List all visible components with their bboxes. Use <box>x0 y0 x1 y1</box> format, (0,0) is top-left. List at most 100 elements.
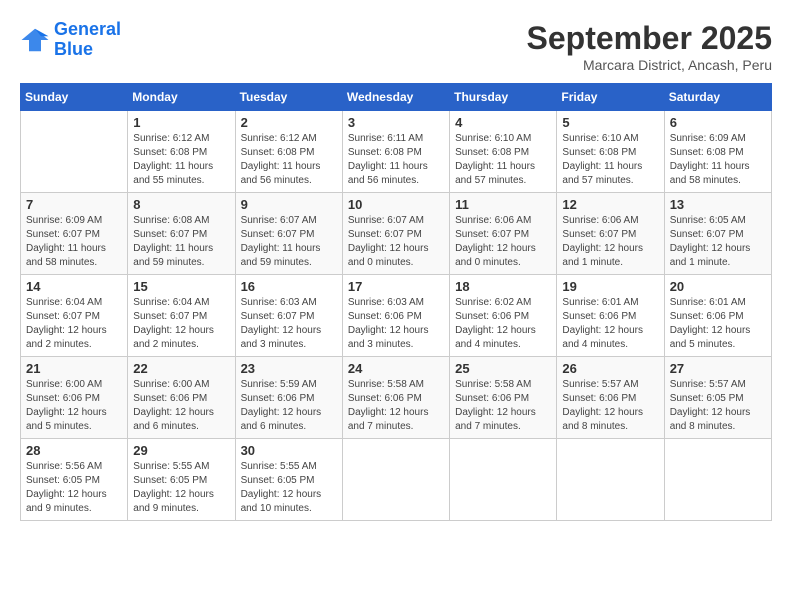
week-row-2: 7Sunrise: 6:09 AM Sunset: 6:07 PM Daylig… <box>21 193 772 275</box>
calendar-cell: 21Sunrise: 6:00 AM Sunset: 6:06 PM Dayli… <box>21 357 128 439</box>
day-info: Sunrise: 6:01 AM Sunset: 6:06 PM Dayligh… <box>562 296 658 352</box>
day-info: Sunrise: 6:09 AM Sunset: 6:08 PM Dayligh… <box>670 132 766 188</box>
calendar-cell: 2 Sunrise: 6:12 AM Sunset: 6:08 PM Daylig… <box>235 111 342 193</box>
calendar-cell: 7Sunrise: 6:09 AM Sunset: 6:07 PM Daylig… <box>21 193 128 275</box>
calendar-cell: 9Sunrise: 6:07 AM Sunset: 6:07 PM Daylig… <box>235 193 342 275</box>
day-info: Sunrise: 5:58 AM Sunset: 6:06 PM Dayligh… <box>455 378 551 434</box>
calendar-cell: 16 Sunrise: 6:03 AM Sunset: 6:07 PM Dayli… <box>235 275 342 357</box>
day-info: Sunrise: 6:10 AM Sunset: 6:08 PM Dayligh… <box>455 132 551 188</box>
calendar-cell: 30Sunrise: 5:55 AM Sunset: 6:05 PM Dayli… <box>235 439 342 521</box>
calendar-cell: 5 Sunrise: 6:10 AM Sunset: 6:08 PM Daylig… <box>557 111 664 193</box>
location-subtitle: Marcara District, Ancash, Peru <box>527 57 772 73</box>
day-info: Sunrise: 6:06 AM Sunset: 6:07 PM Dayligh… <box>562 214 658 270</box>
day-info: Sunrise: 6:11 AM Sunset: 6:08 PM Dayligh… <box>348 132 444 188</box>
calendar-cell <box>557 439 664 521</box>
calendar-cell: 1Sunrise: 6:12 AM Sunset: 6:08 PM Daylig… <box>128 111 235 193</box>
day-info: Sunrise: 6:00 AM Sunset: 6:06 PM Dayligh… <box>133 378 229 434</box>
day-info: Sunrise: 6:10 AM Sunset: 6:08 PM Dayligh… <box>562 132 658 188</box>
day-info: Sunrise: 5:57 AM Sunset: 6:05 PM Dayligh… <box>670 378 766 434</box>
day-number: 14 <box>26 279 122 294</box>
day-info: Sunrise: 6:12 AM Sunset: 6:08 PM Dayligh… <box>241 132 337 188</box>
day-number: 19 <box>562 279 658 294</box>
day-number: 29 <box>133 443 229 458</box>
logo-icon <box>20 25 50 55</box>
calendar-cell: 3 Sunrise: 6:11 AM Sunset: 6:08 PM Daylig… <box>342 111 449 193</box>
header-day-saturday: Saturday <box>664 84 771 111</box>
calendar-cell: 17 Sunrise: 6:03 AM Sunset: 6:06 PM Dayli… <box>342 275 449 357</box>
calendar-cell <box>342 439 449 521</box>
calendar-cell: 11Sunrise: 6:06 AM Sunset: 6:07 PM Dayli… <box>450 193 557 275</box>
calendar-cell: 19 Sunrise: 6:01 AM Sunset: 6:06 PM Dayli… <box>557 275 664 357</box>
day-info: Sunrise: 6:04 AM Sunset: 6:07 PM Dayligh… <box>26 296 122 352</box>
day-info: Sunrise: 6:06 AM Sunset: 6:07 PM Dayligh… <box>455 214 551 270</box>
day-number: 3 <box>348 115 444 130</box>
day-info: Sunrise: 6:01 AM Sunset: 6:06 PM Dayligh… <box>670 296 766 352</box>
day-info: Sunrise: 6:08 AM Sunset: 6:07 PM Dayligh… <box>133 214 229 270</box>
calendar-body: 1 Sunrise: 6:12 AM Sunset: 6:08 PM Daylig… <box>21 111 772 521</box>
week-row-3: 14 Sunrise: 6:04 AM Sunset: 6:07 PM Dayli… <box>21 275 772 357</box>
day-info: Sunrise: 6:00 AM Sunset: 6:06 PM Dayligh… <box>26 378 122 434</box>
day-info: Sunrise: 5:56 AM Sunset: 6:05 PM Dayligh… <box>26 460 122 516</box>
day-info: Sunrise: 6:03 AM Sunset: 6:06 PM Dayligh… <box>348 296 444 352</box>
day-number: 7 <box>26 197 122 212</box>
day-number: 18 <box>455 279 551 294</box>
day-info: Sunrise: 5:59 AM Sunset: 6:06 PM Dayligh… <box>241 378 337 434</box>
calendar-cell: 27 Sunrise: 5:57 AM Sunset: 6:05 PM Dayli… <box>664 357 771 439</box>
calendar-cell: 8 Sunrise: 6:08 AM Sunset: 6:07 PM Daylig… <box>128 193 235 275</box>
day-number: 5 <box>562 115 658 130</box>
calendar-cell: 20 Sunrise: 6:01 AM Sunset: 6:06 PM Dayli… <box>664 275 771 357</box>
header-day-wednesday: Wednesday <box>342 84 449 111</box>
header-row: SundayMondayTuesdayWednesdayThursdayFrid… <box>21 84 772 111</box>
calendar-cell: 10 Sunrise: 6:07 AM Sunset: 6:07 PM Dayli… <box>342 193 449 275</box>
day-number: 10 <box>348 197 444 212</box>
day-number: 22 <box>133 361 229 376</box>
logo-line1: General <box>54 19 121 39</box>
month-title: September 2025 <box>527 20 772 57</box>
day-info: Sunrise: 5:58 AM Sunset: 6:06 PM Dayligh… <box>348 378 444 434</box>
day-number: 2 <box>241 115 337 130</box>
calendar-cell: 18 Sunrise: 6:02 AM Sunset: 6:06 PM Dayli… <box>450 275 557 357</box>
logo: General Blue <box>20 20 121 60</box>
day-number: 16 <box>241 279 337 294</box>
page-header: General Blue September 2025 Marcara Dist… <box>20 20 772 73</box>
calendar-cell: 6 Sunrise: 6:09 AM Sunset: 6:08 PM Daylig… <box>664 111 771 193</box>
day-info: Sunrise: 6:02 AM Sunset: 6:06 PM Dayligh… <box>455 296 551 352</box>
calendar-cell: 25 Sunrise: 5:58 AM Sunset: 6:06 PM Dayli… <box>450 357 557 439</box>
logo-text: General Blue <box>54 20 121 60</box>
day-number: 25 <box>455 361 551 376</box>
calendar-cell <box>664 439 771 521</box>
calendar-cell: 22 Sunrise: 6:00 AM Sunset: 6:06 PM Dayli… <box>128 357 235 439</box>
week-row-5: 28Sunrise: 5:56 AM Sunset: 6:05 PM Dayli… <box>21 439 772 521</box>
calendar-cell: 24Sunrise: 5:58 AM Sunset: 6:06 PM Dayli… <box>342 357 449 439</box>
title-block: September 2025 Marcara District, Ancash,… <box>527 20 772 73</box>
day-number: 20 <box>670 279 766 294</box>
calendar-cell: 28Sunrise: 5:56 AM Sunset: 6:05 PM Dayli… <box>21 439 128 521</box>
calendar-cell: 12 Sunrise: 6:06 AM Sunset: 6:07 PM Dayli… <box>557 193 664 275</box>
day-info: Sunrise: 5:55 AM Sunset: 6:05 PM Dayligh… <box>133 460 229 516</box>
day-number: 1 <box>133 115 229 130</box>
day-number: 6 <box>670 115 766 130</box>
week-row-1: 1 Sunrise: 6:12 AM Sunset: 6:08 PM Daylig… <box>21 111 772 193</box>
day-info: Sunrise: 6:03 AM Sunset: 6:07 PM Dayligh… <box>241 296 337 352</box>
day-number: 17 <box>348 279 444 294</box>
day-number: 13 <box>670 197 766 212</box>
day-number: 9 <box>241 197 337 212</box>
day-info: Sunrise: 5:57 AM Sunset: 6:06 PM Dayligh… <box>562 378 658 434</box>
header-day-monday: Monday <box>128 84 235 111</box>
calendar-cell: 15 Sunrise: 6:04 AM Sunset: 6:07 PM Dayli… <box>128 275 235 357</box>
calendar-cell: 13 Sunrise: 6:05 AM Sunset: 6:07 PM Dayli… <box>664 193 771 275</box>
day-number: 26 <box>562 361 658 376</box>
day-info: Sunrise: 6:04 AM Sunset: 6:07 PM Dayligh… <box>133 296 229 352</box>
day-number: 8 <box>133 197 229 212</box>
day-number: 12 <box>562 197 658 212</box>
header-day-thursday: Thursday <box>450 84 557 111</box>
day-number: 15 <box>133 279 229 294</box>
calendar-cell: 4Sunrise: 6:10 AM Sunset: 6:08 PM Daylig… <box>450 111 557 193</box>
day-info: Sunrise: 6:07 AM Sunset: 6:07 PM Dayligh… <box>348 214 444 270</box>
day-number: 27 <box>670 361 766 376</box>
day-info: Sunrise: 6:05 AM Sunset: 6:07 PM Dayligh… <box>670 214 766 270</box>
header-day-tuesday: Tuesday <box>235 84 342 111</box>
day-info: Sunrise: 5:55 AM Sunset: 6:05 PM Dayligh… <box>241 460 337 516</box>
day-number: 23 <box>241 361 337 376</box>
calendar-cell: 14 Sunrise: 6:04 AM Sunset: 6:07 PM Dayli… <box>21 275 128 357</box>
